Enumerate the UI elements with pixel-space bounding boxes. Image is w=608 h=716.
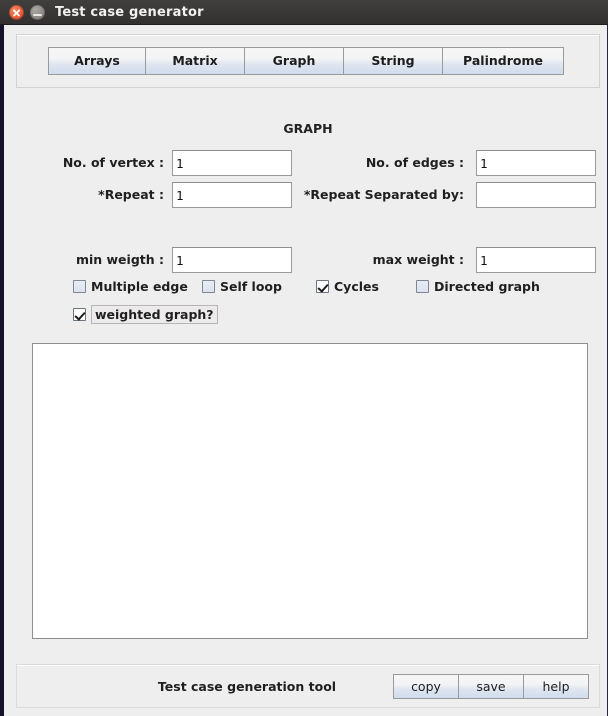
close-icon[interactable] xyxy=(9,5,24,20)
input-no-of-edges[interactable] xyxy=(476,150,596,176)
checkbox-weighted-graph-box[interactable] xyxy=(73,308,86,321)
checkbox-cycles[interactable]: Cycles xyxy=(316,279,379,294)
label-no-of-edges: No. of edges : xyxy=(365,155,464,170)
checkbox-directed-graph-label: Directed graph xyxy=(434,279,540,294)
label-repeat: *Repeat : xyxy=(98,187,164,202)
label-repeat-separated-by: *Repeat Separated by: xyxy=(303,187,464,202)
checkbox-multiple-edge-label: Multiple edge xyxy=(91,279,188,294)
input-repeat-separated-by[interactable] xyxy=(476,182,596,208)
checkbox-directed-graph-box[interactable] xyxy=(416,280,429,293)
graph-form-panel: GRAPH No. of vertex : No. of edges : *Re… xyxy=(16,92,600,654)
tab-graph[interactable]: Graph xyxy=(244,47,344,75)
footer-buttons-row: copy save help xyxy=(393,674,589,699)
copy-button[interactable]: copy xyxy=(393,674,459,699)
tab-string[interactable]: String xyxy=(343,47,443,75)
checkbox-cycles-label: Cycles xyxy=(334,279,379,294)
input-min-weight[interactable] xyxy=(172,247,292,273)
checkbox-multiple-edge-box[interactable] xyxy=(73,280,86,293)
save-button[interactable]: save xyxy=(458,674,524,699)
minimize-icon[interactable] xyxy=(30,5,45,20)
checkbox-self-loop-label: Self loop xyxy=(220,279,282,294)
checkbox-self-loop[interactable]: Self loop xyxy=(202,279,282,294)
tab-buttons-row: Arrays Matrix Graph String Palindrome xyxy=(48,47,564,75)
input-repeat[interactable] xyxy=(172,182,292,208)
label-min-weight: min weigth : xyxy=(75,252,164,267)
page-title: GRAPH xyxy=(283,121,333,136)
output-text-area[interactable] xyxy=(32,343,588,639)
title-bar: Test case generator xyxy=(0,0,608,25)
checkbox-cycles-box[interactable] xyxy=(316,280,329,293)
tab-palindrome[interactable]: Palindrome xyxy=(442,47,564,75)
checkbox-self-loop-box[interactable] xyxy=(202,280,215,293)
checkbox-weighted-graph-label: weighted graph? xyxy=(91,305,218,324)
checkbox-multiple-edge[interactable]: Multiple edge xyxy=(73,279,188,294)
help-button[interactable]: help xyxy=(523,674,589,699)
label-max-weight: max weight : xyxy=(372,252,464,267)
input-max-weight[interactable] xyxy=(476,247,596,273)
label-no-of-vertex: No. of vertex : xyxy=(62,155,164,170)
window-title: Test case generator xyxy=(55,5,204,20)
input-no-of-vertex[interactable] xyxy=(172,150,292,176)
application-window: Test case generator Arrays Matrix Graph Str… xyxy=(0,0,608,716)
checkbox-weighted-graph[interactable]: weighted graph? xyxy=(73,305,218,324)
checkbox-directed-graph[interactable]: Directed graph xyxy=(416,279,540,294)
tab-bar: Arrays Matrix Graph String Palindrome xyxy=(16,34,600,88)
tab-matrix[interactable]: Matrix xyxy=(145,47,245,75)
tab-arrays[interactable]: Arrays xyxy=(48,47,146,75)
footer-bar: Test case generation tool copy save help xyxy=(16,664,600,708)
